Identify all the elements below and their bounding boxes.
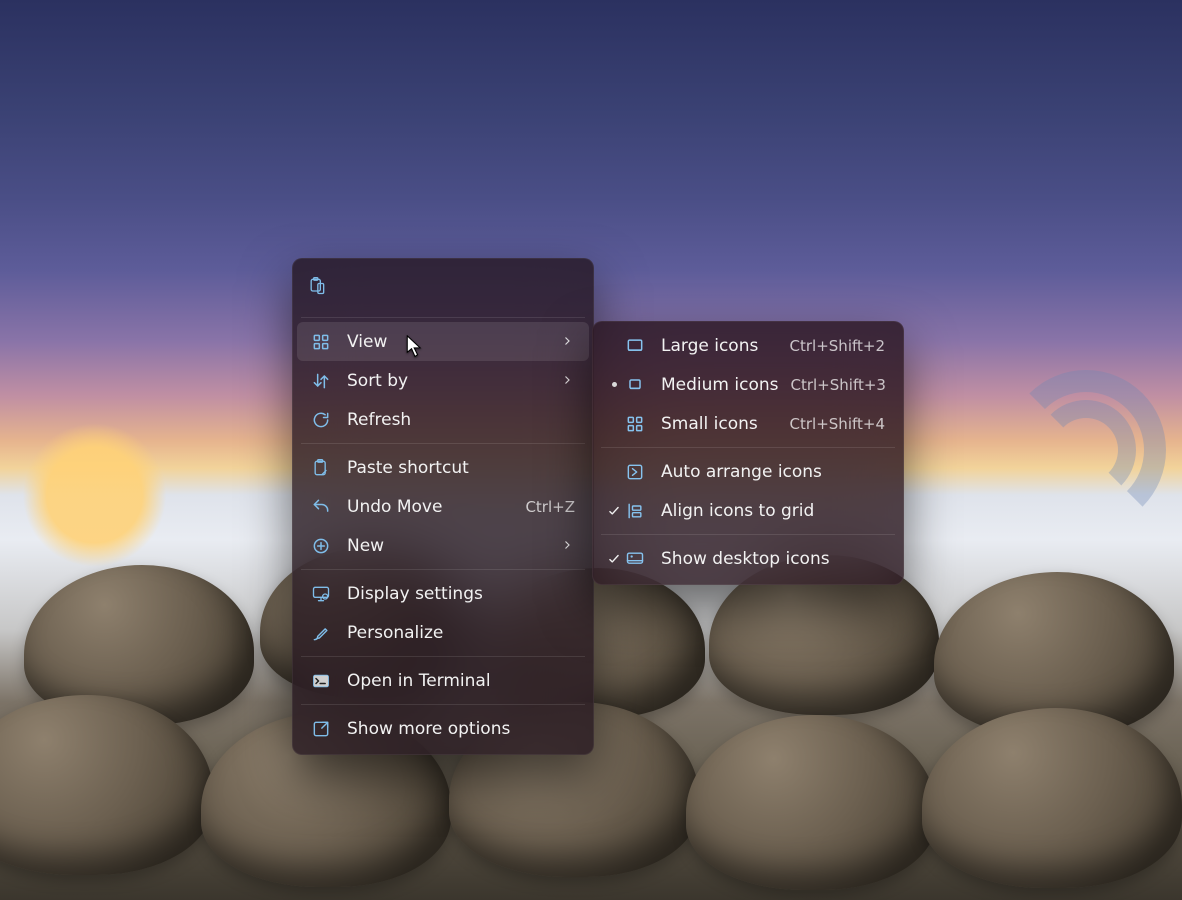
menu-item-personalize[interactable]: Personalize (297, 613, 589, 652)
menu-label: Undo Move (347, 497, 513, 517)
radio-indicator (605, 382, 623, 387)
menu-item-open-terminal[interactable]: Open in Terminal (297, 661, 589, 700)
submenu-item-large-icons[interactable]: Large icons Ctrl+Shift+2 (597, 326, 899, 365)
menu-hotkey: Ctrl+Shift+2 (790, 337, 885, 355)
menu-hotkey: Ctrl+Z (525, 498, 575, 516)
separator (301, 317, 585, 318)
grid-icon (311, 332, 331, 352)
small-grid-icon (625, 414, 645, 434)
menu-hotkey: Ctrl+Shift+4 (790, 415, 885, 433)
expand-icon (311, 719, 331, 739)
menu-label: View (347, 332, 553, 352)
submenu-item-show-desktop-icons[interactable]: Show desktop icons (597, 539, 899, 578)
display-gear-icon (311, 584, 331, 604)
menu-item-new[interactable]: New (297, 526, 589, 565)
menu-label: Paste shortcut (347, 458, 575, 478)
medium-thumb-icon (625, 375, 645, 395)
paste-icon[interactable] (307, 276, 327, 296)
separator (301, 656, 585, 657)
menu-item-paste-shortcut[interactable]: Paste shortcut (297, 448, 589, 487)
context-menu-toolbar (293, 259, 593, 313)
menu-item-sort-by[interactable]: Sort by (297, 361, 589, 400)
separator (301, 704, 585, 705)
brush-icon (311, 623, 331, 643)
view-submenu: Large icons Ctrl+Shift+2 Medium icons Ct… (592, 321, 904, 585)
menu-hotkey: Ctrl+Shift+3 (790, 376, 885, 394)
menu-label: Refresh (347, 410, 575, 430)
menu-item-view[interactable]: View (297, 322, 589, 361)
menu-item-show-more-options[interactable]: Show more options (297, 709, 589, 748)
check-indicator (605, 504, 623, 518)
menu-label: Show more options (347, 719, 575, 739)
refresh-icon (311, 410, 331, 430)
menu-label: Display settings (347, 584, 575, 604)
chevron-right-icon (561, 536, 575, 556)
separator (601, 447, 895, 448)
menu-item-display-settings[interactable]: Display settings (297, 574, 589, 613)
sort-icon (311, 371, 331, 391)
menu-label: Medium icons (661, 375, 778, 395)
menu-label: Personalize (347, 623, 575, 643)
separator (601, 534, 895, 535)
submenu-item-small-icons[interactable]: Small icons Ctrl+Shift+4 (597, 404, 899, 443)
separator (301, 443, 585, 444)
desktop-context-menu: View Sort by Refresh (292, 258, 594, 755)
submenu-item-auto-arrange[interactable]: Auto arrange icons (597, 452, 899, 491)
chevron-right-icon (561, 371, 575, 391)
undo-icon (311, 497, 331, 517)
separator (301, 569, 585, 570)
menu-label: Open in Terminal (347, 671, 575, 691)
submenu-item-align-grid[interactable]: Align icons to grid (597, 491, 899, 530)
paste-shortcut-icon (311, 458, 331, 478)
plus-circle-icon (311, 536, 331, 556)
menu-label: Large icons (661, 336, 778, 356)
menu-label: Sort by (347, 371, 553, 391)
menu-item-undo-move[interactable]: Undo Move Ctrl+Z (297, 487, 589, 526)
submenu-item-medium-icons[interactable]: Medium icons Ctrl+Shift+3 (597, 365, 899, 404)
check-indicator (605, 552, 623, 566)
menu-label: New (347, 536, 553, 556)
menu-label: Show desktop icons (661, 549, 885, 569)
auto-arrange-icon (625, 462, 645, 482)
menu-item-refresh[interactable]: Refresh (297, 400, 589, 439)
desktop-icon (625, 549, 645, 569)
terminal-icon (311, 671, 331, 691)
align-grid-icon (625, 501, 645, 521)
menu-label: Small icons (661, 414, 778, 434)
chevron-right-icon (561, 332, 575, 352)
large-thumb-icon (625, 336, 645, 356)
menu-label: Auto arrange icons (661, 462, 885, 482)
watermark-logo (1006, 370, 1166, 530)
menu-label: Align icons to grid (661, 501, 885, 521)
